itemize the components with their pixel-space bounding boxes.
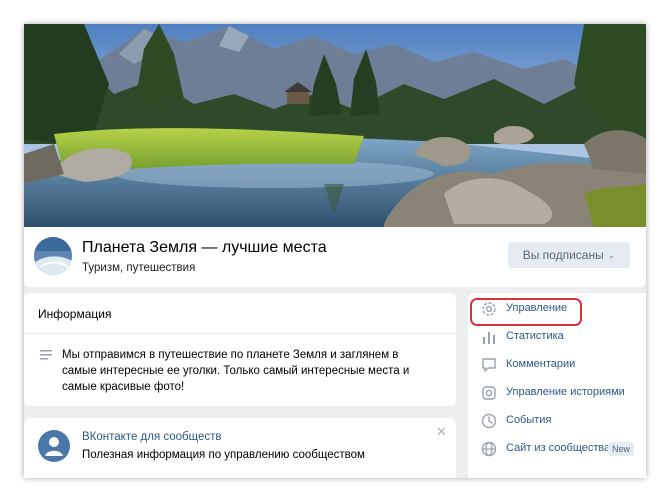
gear-icon: [482, 302, 496, 316]
info-title: Информация: [38, 307, 112, 321]
menu-item-stories[interactable]: Управление историями: [468, 379, 646, 407]
chevron-down-icon: ⌄: [607, 249, 616, 260]
stories-icon: [482, 386, 496, 400]
description-lines-icon: [40, 350, 52, 360]
close-icon[interactable]: ✕: [436, 424, 447, 440]
page-title: Планета Земля — лучшие места: [82, 239, 327, 256]
comment-icon: [482, 358, 496, 372]
stats-icon: [483, 332, 495, 344]
menu-item-label: Комментарии: [506, 358, 576, 370]
menu-item-label: Управление: [506, 302, 568, 314]
vk-promo-text: Полезная информация по управлению сообще…: [82, 449, 365, 461]
community-category: Туризм, путешествия: [82, 262, 196, 274]
divider: [24, 333, 456, 334]
vk-community-page: Планета Земля — лучшие места Туризм, пут…: [24, 24, 646, 478]
menu-item-comments[interactable]: Комментарии: [468, 351, 646, 379]
new-badge: New: [608, 442, 635, 456]
menu-item-label: События: [506, 414, 552, 426]
vk-for-communities-card: ВКонтакте для сообществ Полезная информа…: [24, 418, 456, 478]
menu-item-label: Управление историями: [506, 386, 625, 398]
vk-community-avatar[interactable]: [38, 430, 70, 462]
globe-icon: [481, 441, 497, 457]
subscribed-label: Вы подписаны: [522, 248, 604, 262]
community-avatar[interactable]: [34, 237, 72, 275]
community-description: Мы отправимся в путешествие по планете З…: [62, 349, 410, 393]
clock-icon: [481, 413, 497, 429]
menu-item-label: Статистика: [506, 330, 564, 342]
info-card: Информация Мы отправимся в путешествие п…: [24, 293, 456, 406]
menu-item-label: Сайт из сообщества: [506, 442, 611, 454]
menu-item-manage[interactable]: Управление: [468, 295, 646, 323]
vk-promo-title[interactable]: ВКонтакте для сообществ: [82, 431, 222, 443]
menu-item-site[interactable]: Сайт из сообщества New: [468, 435, 646, 463]
subscribed-button[interactable]: Вы подписаны ⌄: [508, 242, 630, 268]
menu-item-statistics[interactable]: Статистика: [468, 323, 646, 351]
cover-image: [24, 24, 646, 227]
community-menu: Управление Статистика Комментарии Управл…: [468, 293, 646, 478]
menu-item-events[interactable]: События: [468, 407, 646, 435]
community-header: Планета Земля — лучшие места Туризм, пут…: [24, 227, 646, 287]
